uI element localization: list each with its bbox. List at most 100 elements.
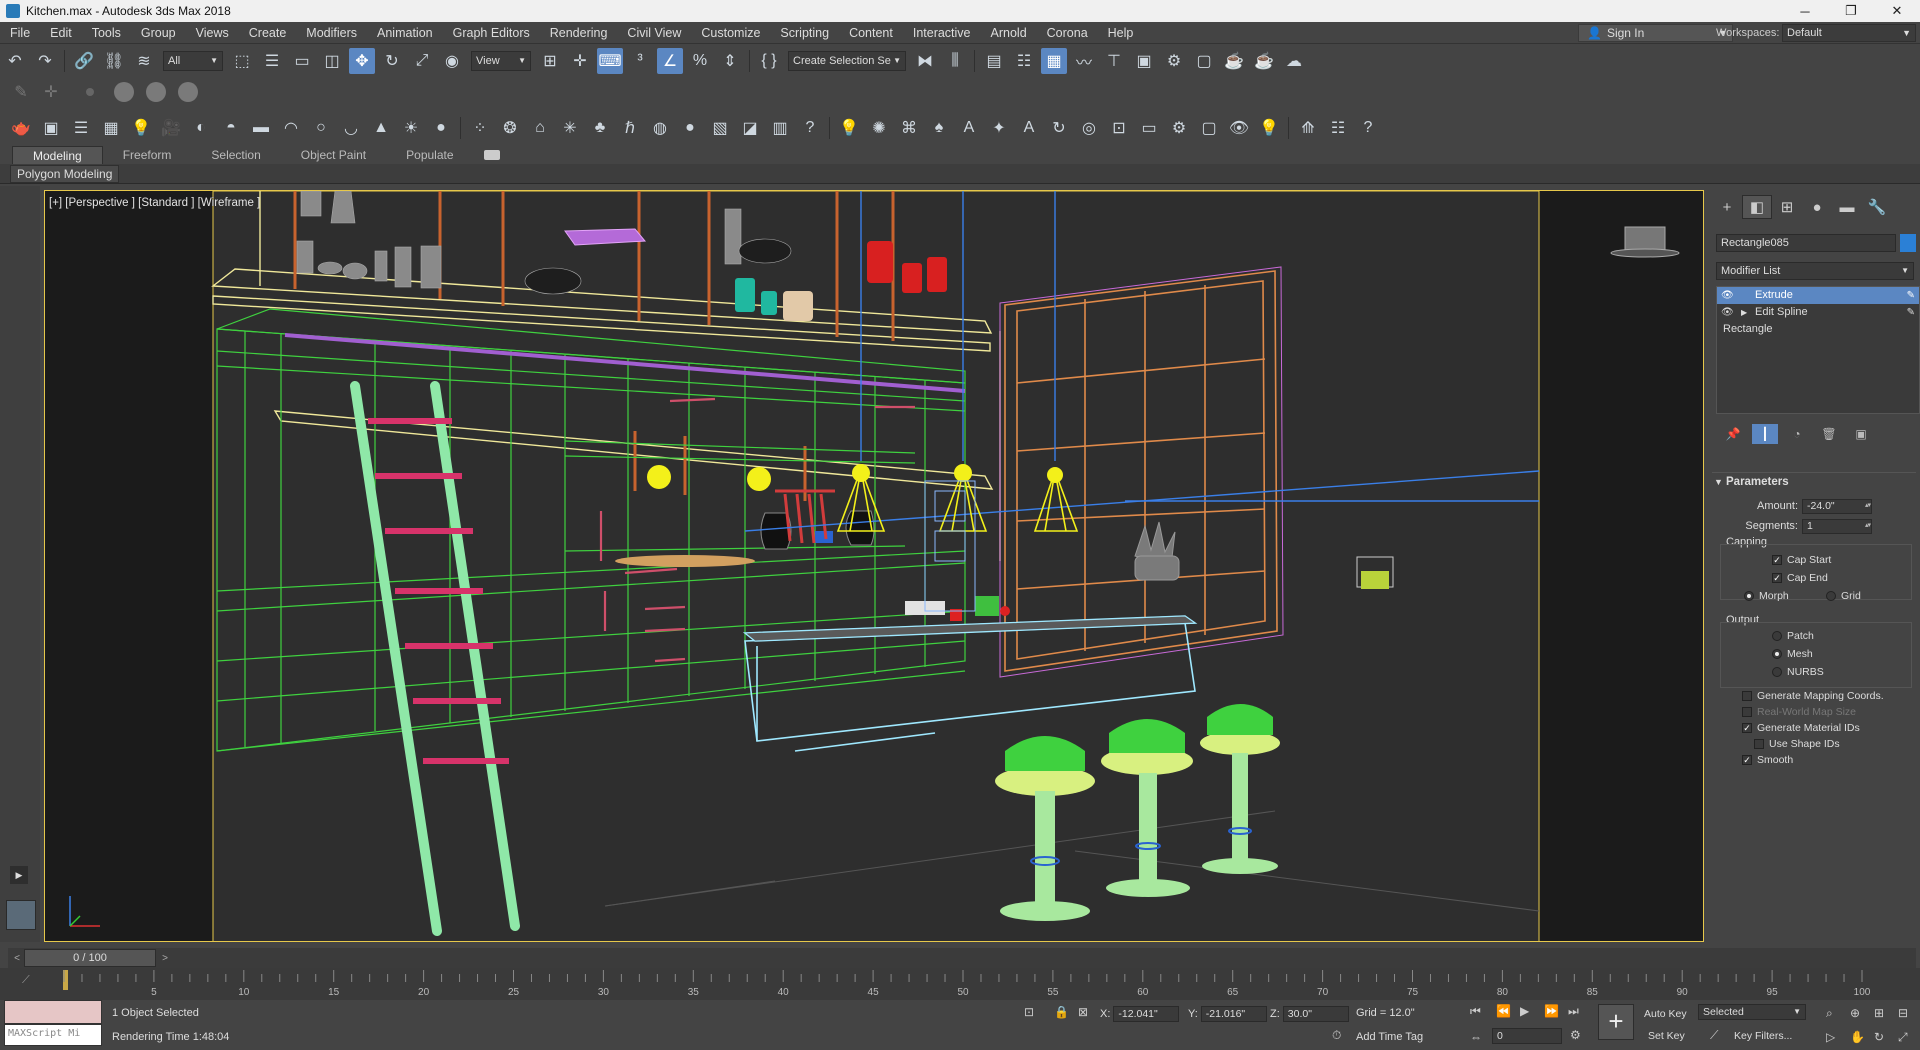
previous-key-icon[interactable]: ⏪ <box>1496 1004 1511 1018</box>
box-icon[interactable]: ▬ <box>248 115 274 141</box>
particles-icon[interactable]: ❂ <box>497 115 523 141</box>
rendered-frame-window-icon[interactable]: ▢ <box>1191 48 1217 74</box>
minimize-button[interactable]: ─ <box>1782 0 1828 22</box>
align-icon[interactable]: ⫼ <box>942 48 968 74</box>
table-view-icon[interactable]: ☷ <box>1325 115 1351 141</box>
render-in-cloud-icon[interactable]: ☁ <box>1281 48 1307 74</box>
pan-icon[interactable]: ✋ <box>1850 1030 1865 1044</box>
isolate-selection-icon[interactable]: ⊡ <box>1024 1005 1034 1019</box>
viewport-label[interactable]: [+] [Perspective ] [Standard ] [Wirefram… <box>49 197 260 209</box>
cap-start-checkbox[interactable]: ✓ Cap Start <box>1772 554 1831 566</box>
scale-icon[interactable]: ⤢ <box>409 48 435 74</box>
next-frame-icon[interactable]: > <box>158 950 172 966</box>
zoom-all-icon[interactable]: ⊕ <box>1850 1006 1860 1020</box>
snaps-toggle-icon[interactable]: ³ <box>627 48 653 74</box>
menu-create[interactable]: Create <box>239 22 297 44</box>
sun-icon[interactable]: ☀ <box>398 115 424 141</box>
spinner-snap-icon[interactable]: ⇕ <box>717 48 743 74</box>
light-rig-icon[interactable]: ⌘ <box>896 115 922 141</box>
stack-item-rectangle[interactable]: Rectangle <box>1717 321 1919 338</box>
eye-icon[interactable]: 👁 <box>1721 304 1734 321</box>
display-icon[interactable]: ▬ <box>1832 195 1862 219</box>
remove-modifier-icon[interactable]: 🗑 <box>1816 424 1842 444</box>
orbit-icon[interactable]: ↻ <box>1874 1030 1884 1044</box>
next-key-icon[interactable]: ⏩ <box>1544 1004 1559 1018</box>
field-of-view-icon[interactable]: ▷ <box>1826 1030 1835 1044</box>
gear-cluster-icon[interactable]: ⚙ <box>1166 115 1192 141</box>
hf-icon[interactable]: ℏ <box>617 115 643 141</box>
menu-animation[interactable]: Animation <box>367 22 443 44</box>
workspace-select[interactable]: Default ▼ <box>1782 24 1916 42</box>
select-by-name-icon[interactable]: ☰ <box>259 48 285 74</box>
time-slider-thumb[interactable]: 0 / 100 <box>24 949 156 967</box>
named-selection-set-select[interactable]: Create Selection Se ▼ <box>788 51 906 71</box>
mesh-radio[interactable]: Mesh <box>1772 648 1813 660</box>
lightbulb-toggle-icon[interactable]: ✎ <box>1907 304 1915 321</box>
list-icon[interactable]: ☰ <box>68 115 94 141</box>
zoom-icon[interactable]: ⌕ <box>1826 1006 1833 1021</box>
schematic-view-icon[interactable]: ⊤ <box>1101 48 1127 74</box>
polygon-modeling-panel[interactable]: Polygon Modeling <box>10 165 120 183</box>
layer-explorer-icon[interactable]: ☷ <box>1011 48 1037 74</box>
omni-light-icon[interactable]: ✺ <box>866 115 892 141</box>
menu-arnold[interactable]: Arnold <box>981 22 1037 44</box>
grid-radio[interactable]: Grid <box>1826 590 1861 602</box>
tree-icon[interactable]: ♠ <box>926 115 952 141</box>
hair-icon[interactable]: ♣ <box>587 115 613 141</box>
show-end-result-icon[interactable]: ┃ <box>1752 424 1778 444</box>
material-editor-icon[interactable]: ▣ <box>1131 48 1157 74</box>
reference-coordinate-select[interactable]: View ▼ <box>471 51 531 71</box>
shape-icon[interactable]: A <box>1016 115 1042 141</box>
bowl-icon[interactable]: ◡ <box>338 115 364 141</box>
menu-tools[interactable]: Tools <box>82 22 131 44</box>
window-crossing-icon[interactable]: ◫ <box>319 48 345 74</box>
rotate-icon[interactable]: ↻ <box>379 48 405 74</box>
curve-editor-icon[interactable]: 〰 <box>1071 48 1097 74</box>
goto-start-icon[interactable]: ⏮ <box>1470 1004 1481 1019</box>
light-bulb-icon[interactable]: 💡 <box>836 115 862 141</box>
move-icon[interactable]: ✥ <box>349 48 375 74</box>
menu-modifiers[interactable]: Modifiers <box>296 22 367 44</box>
fur-icon[interactable]: ✳ <box>557 115 583 141</box>
motion-icon[interactable]: ● <box>1802 195 1832 219</box>
bind-space-warp-icon[interactable]: ≋ <box>131 48 157 74</box>
menu-interactive[interactable]: Interactive <box>903 22 981 44</box>
place-icon[interactable]: ◉ <box>439 48 465 74</box>
morph-radio[interactable]: Morph <box>1744 590 1789 602</box>
generate-mapping-checkbox[interactable]: Generate Mapping Coords. <box>1742 690 1884 702</box>
auto-key-button[interactable]: Auto Key <box>1644 1006 1687 1022</box>
render-cam-icon[interactable]: ◪ <box>737 115 763 141</box>
real-world-map-size-checkbox[interactable]: Real-World Map Size <box>1742 706 1856 718</box>
object-color-swatch[interactable] <box>1900 234 1916 252</box>
brush-icon[interactable]: ✎ <box>8 79 34 105</box>
goto-end-icon[interactable]: ⏭ <box>1568 1004 1579 1019</box>
scatter-icon[interactable]: ⁘ <box>467 115 493 141</box>
select-manipulate-icon[interactable]: ✛ <box>567 48 593 74</box>
eye-icon[interactable]: 👁 <box>1721 287 1734 304</box>
parameters-rollout[interactable]: ▼ Parameters <box>1712 472 1916 490</box>
viewport-layout-button[interactable] <box>6 900 36 930</box>
use-shape-ids-checkbox[interactable]: Use Shape IDs <box>1754 738 1840 750</box>
segments-spinner[interactable]: 1 <box>1802 518 1872 534</box>
unlink-icon[interactable]: ⛓ <box>101 48 127 74</box>
y-field[interactable]: -21.016" <box>1200 1006 1267 1022</box>
sphere-material-icon[interactable]: ● <box>677 115 703 141</box>
link-icon[interactable]: 🔗 <box>71 48 97 74</box>
menu-group[interactable]: Group <box>131 22 186 44</box>
frame-icon[interactable]: ⊡ <box>1106 115 1132 141</box>
cone-icon[interactable]: ▲ <box>368 115 394 141</box>
menu-scripting[interactable]: Scripting <box>770 22 839 44</box>
amount-spinner[interactable]: -24.0" <box>1802 498 1872 514</box>
undo-icon[interactable]: ↶ <box>2 48 28 74</box>
pivot-center-icon[interactable]: ⊞ <box>537 48 563 74</box>
material-icon[interactable]: ▣ <box>38 115 64 141</box>
tab-populate[interactable]: Populate <box>386 146 473 164</box>
stack-item-extrude[interactable]: 👁 Extrude ✎ <box>1717 287 1919 304</box>
absolute-mode-icon[interactable]: ⊠ <box>1078 1005 1088 1019</box>
lamp-icon[interactable]: 💡 <box>1256 115 1282 141</box>
z-field[interactable]: 30.0" <box>1282 1006 1349 1022</box>
zoom-extents-icon[interactable]: ⊞ <box>1874 1006 1884 1020</box>
menu-rendering[interactable]: Rendering <box>540 22 618 44</box>
spike-icon[interactable]: ✦ <box>986 115 1012 141</box>
frame-buffer-icon[interactable]: ▥ <box>767 115 793 141</box>
